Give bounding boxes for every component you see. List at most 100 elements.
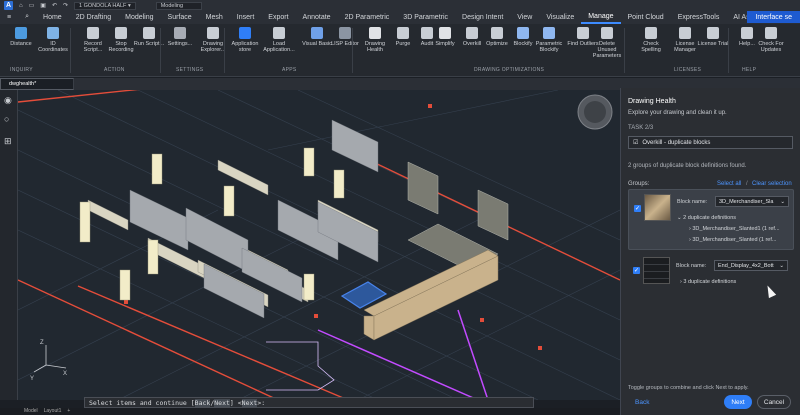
ribbon-btn-settings[interactable]: Settings... bbox=[163, 27, 197, 47]
ribbon-btn-id-coordinates[interactable]: ID Coordinates bbox=[36, 27, 70, 53]
duplicate-item[interactable]: › 3D_Merchandiser_Slanted (1 ref... bbox=[689, 237, 776, 243]
ribbon-icon bbox=[87, 27, 99, 39]
save-icon[interactable]: ▣ bbox=[40, 2, 46, 9]
task-name: Overkill - duplicate blocks bbox=[642, 139, 711, 146]
link-separator: / bbox=[746, 181, 748, 187]
clear-selection-link[interactable]: Clear selection bbox=[752, 181, 792, 187]
ribbon-icon bbox=[369, 27, 381, 39]
ribbon-group-drawing-optimizations: DRAWING OPTIMIZATIONS bbox=[474, 67, 545, 73]
interface-button[interactable]: Interface se bbox=[747, 11, 800, 23]
redo-icon[interactable]: ↷ bbox=[63, 2, 68, 9]
block-name-value-1: 3D_Merchandiser_Sla bbox=[719, 198, 774, 205]
ribbon-btn-check-spelling[interactable]: Check Spelling bbox=[634, 27, 668, 53]
ribbon-group-licenses: LICENSES bbox=[674, 67, 702, 73]
ribbon-icon bbox=[115, 27, 127, 39]
chevron-down-icon: ⌄ bbox=[780, 198, 785, 205]
block-name-select-1[interactable]: 3D_Merchandiser_Sla ⌄ bbox=[715, 196, 789, 207]
drawing-viewport[interactable]: X Z Y bbox=[18, 90, 620, 400]
cmd-option-back[interactable]: Back bbox=[194, 398, 211, 407]
ribbon-icon bbox=[174, 27, 186, 39]
cmd-option-next[interactable]: Next bbox=[214, 398, 230, 407]
left-toolbar: ◉ ○ ⊞ bbox=[0, 90, 18, 400]
ribbon-icon bbox=[339, 27, 351, 39]
command-line[interactable]: Select items and continue [Back / Next] < N… bbox=[84, 397, 534, 408]
block-name-value-2: End_Display_4x2_Bott bbox=[718, 262, 774, 269]
groups-label: Groups: bbox=[628, 181, 650, 187]
structure-icon[interactable]: ⊞ bbox=[4, 136, 12, 147]
menu-tab-surface[interactable]: Surface bbox=[161, 10, 199, 24]
ribbon-panel: Distance ID Coordinates Record Script... St… bbox=[0, 24, 800, 77]
group-1-checkbox[interactable]: ✓ bbox=[634, 205, 641, 212]
ribbon-btn-license-trial[interactable]: License Trial bbox=[696, 27, 730, 47]
undo-icon[interactable]: ↶ bbox=[52, 2, 57, 9]
back-button[interactable]: Back bbox=[635, 399, 649, 406]
menu-tab-insert[interactable]: Insert bbox=[230, 10, 262, 24]
menu-tab-home[interactable]: Home bbox=[36, 10, 69, 24]
next-button[interactable]: Next bbox=[724, 395, 752, 409]
menu-tab-export[interactable]: Export bbox=[261, 10, 295, 24]
menu-tab-design-intent[interactable]: Design Intent bbox=[455, 10, 510, 24]
ribbon-btn-label: Check For Updates bbox=[758, 41, 784, 53]
panel-hint: Toggle groups to combine and click Next … bbox=[628, 385, 749, 391]
app-logo[interactable]: A bbox=[4, 1, 13, 10]
block-thumbnail-1 bbox=[644, 194, 671, 221]
menu-tab-expresstools[interactable]: ExpressTools bbox=[671, 10, 727, 24]
layout-tab[interactable]: + bbox=[67, 408, 70, 415]
menu-tab-annotate[interactable]: Annotate bbox=[296, 10, 338, 24]
found-message: 2 groups of duplicate block definitions … bbox=[628, 163, 747, 169]
group-2-checkbox[interactable]: ✓ bbox=[633, 267, 640, 274]
workspace-dropdown[interactable]: Modeling bbox=[155, 1, 202, 10]
drawing-health-panel: Drawing Health Explore your drawing and … bbox=[620, 88, 800, 415]
svg-text:Y: Y bbox=[30, 376, 34, 382]
document-tab[interactable]: dwghealth* bbox=[0, 78, 74, 90]
layout-tab[interactable]: Layout1 bbox=[44, 408, 62, 415]
layer-dropdown[interactable]: 1 GONDOLA HALF ▾ bbox=[74, 1, 136, 10]
ribbon-btn-label: Simplify bbox=[435, 41, 455, 47]
menu-tab-2d-parametric[interactable]: 2D Parametric bbox=[338, 10, 397, 24]
ribbon-group-settings: SETTINGS bbox=[176, 67, 204, 73]
menu-tab-modeling[interactable]: Modeling bbox=[118, 10, 160, 24]
cancel-button[interactable]: Cancel bbox=[757, 395, 791, 409]
menu-tab-3d-parametric[interactable]: 3D Parametric bbox=[396, 10, 455, 24]
bulb-icon[interactable]: ○ bbox=[4, 114, 9, 124]
duplicates-toggle-1[interactable]: ⌄ 2 duplicate definitions bbox=[677, 215, 736, 221]
menu-tab-mesh[interactable]: Mesh bbox=[199, 10, 230, 24]
menu-tab-point-cloud[interactable]: Point Cloud bbox=[621, 10, 671, 24]
menu-icon[interactable]: ≡ bbox=[0, 10, 18, 24]
ribbon-btn-label: ID Coordinates bbox=[38, 41, 68, 53]
cmd-default: Next bbox=[241, 398, 258, 407]
ribbon-btn-parametric-blockify[interactable]: Parametric Blockify bbox=[532, 27, 566, 53]
duplicate-item[interactable]: › 3D_Merchandiser_Slanted1 (1 ref... bbox=[689, 226, 780, 232]
block-name-select-2[interactable]: End_Display_4x2_Bott ⌄ bbox=[714, 260, 788, 271]
duplicates-count-2: 3 duplicate definitions bbox=[683, 279, 737, 285]
ribbon-btn-label: LISP Editor bbox=[331, 41, 359, 47]
viewcube-icon[interactable] bbox=[577, 94, 613, 130]
duplicates-count-1: 2 duplicate definitions bbox=[683, 215, 737, 221]
ribbon-btn-check-for-updates[interactable]: Check For Updates bbox=[754, 27, 788, 53]
open-icon[interactable]: ▭ bbox=[29, 2, 35, 9]
ribbon-icon bbox=[143, 27, 155, 39]
workspace-name: Modeling bbox=[160, 2, 184, 9]
ribbon-btn-delete-unused-parameters[interactable]: Delete Unused Parameters bbox=[590, 27, 624, 59]
menu-tab-manage[interactable]: Manage bbox=[581, 10, 621, 24]
ribbon-btn-lisp-editor[interactable]: LISP Editor bbox=[328, 27, 362, 47]
search-icon[interactable]: ⌕ bbox=[18, 10, 36, 24]
home-icon[interactable]: ⌂ bbox=[19, 3, 23, 9]
ribbon-btn-label: Distance bbox=[10, 41, 32, 47]
menu-tab-2d-drafting[interactable]: 2D Drafting bbox=[69, 10, 118, 24]
cmd-end: >: bbox=[257, 398, 266, 407]
ribbon-btn-application-store[interactable]: Application store bbox=[228, 27, 262, 53]
menu-tab-view[interactable]: View bbox=[510, 10, 539, 24]
duplicate-group-1[interactable]: ✓ Block name: 3D_Merchandiser_Sla ⌄ ⌄ 2 d… bbox=[628, 189, 794, 250]
menu-tab-visualize[interactable]: Visualize bbox=[539, 10, 581, 24]
eye-icon[interactable]: ◉ bbox=[4, 95, 12, 106]
ribbon-group-separator bbox=[70, 28, 71, 73]
ribbon-tabs: ≡ ⌕ Home 2D Drafting Modeling Surface Mesh In… bbox=[0, 10, 800, 24]
ribbon-btn-load-application[interactable]: Load Application... bbox=[262, 27, 296, 53]
layout-tab[interactable]: Model bbox=[24, 408, 38, 415]
select-all-link[interactable]: Select all bbox=[717, 181, 741, 187]
ribbon-btn-distance[interactable]: Distance bbox=[4, 27, 38, 47]
ribbon-group-inquiry: INQUIRY bbox=[10, 67, 33, 73]
duplicates-toggle-2[interactable]: › 3 duplicate definitions bbox=[680, 279, 736, 285]
ribbon-icon bbox=[543, 27, 555, 39]
